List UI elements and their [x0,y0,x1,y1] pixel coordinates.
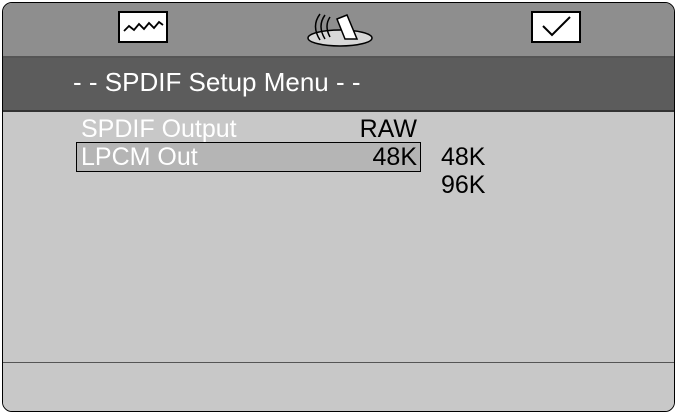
spdif-output-label[interactable]: SPDIF Output [81,115,237,144]
lpcm-out-value: 48K [372,143,417,171]
setup-menu-screen: - - SPDIF Setup Menu - - SPDIF Output RA… [2,2,675,412]
checkmark-icon[interactable] [531,11,581,43]
lpcm-out-label[interactable]: LPCM Out [81,143,198,172]
menu-title-bar: - - SPDIF Setup Menu - - [3,58,674,112]
spdif-output-value: RAW [359,115,417,143]
speaker-icon[interactable] [305,9,375,47]
status-footer [3,363,674,411]
option-48k[interactable]: 48K [441,143,485,172]
category-tab-bar [3,3,674,58]
option-96k[interactable]: 96K [441,171,485,200]
settings-list: SPDIF Output RAW LPCM Out 48K 48K 96K [3,112,674,362]
menu-title: - - SPDIF Setup Menu - - [73,67,361,97]
waveform-icon[interactable] [118,11,168,43]
